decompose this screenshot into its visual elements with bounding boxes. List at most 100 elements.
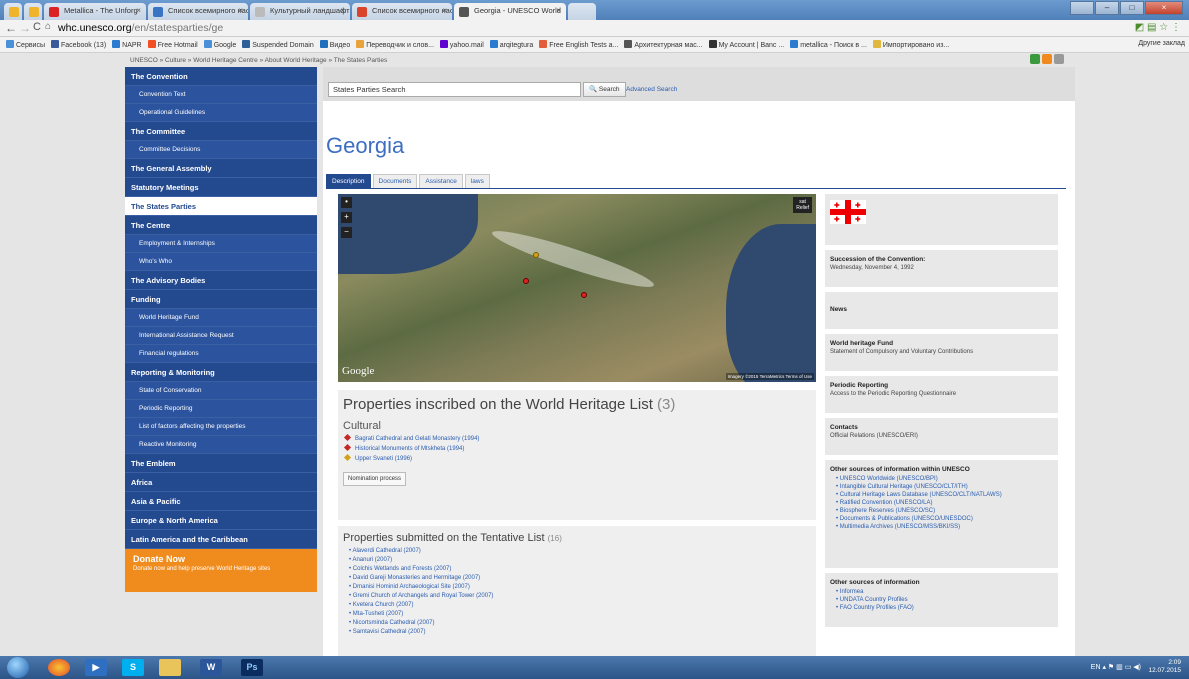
- close-icon[interactable]: ×: [442, 6, 447, 15]
- list-item[interactable]: Dmanisi Hominid Archaeological Site (200…: [349, 584, 811, 590]
- satellite-map[interactable]: • + − sat Relief Google Imagery ©2015 Ter…: [338, 194, 816, 382]
- list-item[interactable]: Biosphere Reserves (UNESCO/SC): [836, 508, 1053, 514]
- property-item[interactable]: Historical Monuments of Mtskheta (1994): [343, 443, 811, 452]
- skype-icon[interactable]: S: [122, 659, 144, 676]
- sidebar-item[interactable]: The Advisory Bodies: [125, 271, 317, 290]
- sidebar-item[interactable]: International Assistance Request: [125, 327, 317, 345]
- sidebar-item[interactable]: Convention Text: [125, 86, 317, 104]
- sidebar-item[interactable]: Asia & Pacific: [125, 492, 317, 511]
- donate-box[interactable]: Donate Now Donate now and help preserve …: [125, 549, 317, 592]
- back-arrow-icon[interactable]: ←: [5, 21, 17, 35]
- map-type-toggle[interactable]: sat Relief: [793, 197, 812, 213]
- sidebar-item[interactable]: Europe & North America: [125, 511, 317, 530]
- tab-description[interactable]: Description: [326, 174, 371, 189]
- browser-tab[interactable]: Metallica - The Unforg ×: [44, 3, 146, 20]
- sidebar-item[interactable]: The Centre: [125, 216, 317, 235]
- bookmark-item[interactable]: Видео: [319, 40, 350, 49]
- browser-tab[interactable]: Список всемирного нас ×: [352, 3, 452, 20]
- sidebar-item[interactable]: Operational Guidelines: [125, 104, 317, 122]
- bookmark-item[interactable]: My Account | Banc ...: [708, 40, 784, 49]
- bookmark-item[interactable]: Архитектурная мас...: [624, 40, 703, 49]
- list-item[interactable]: Cultural Heritage Laws Database (UNESCO/…: [836, 492, 1053, 498]
- sidebar-item[interactable]: Who's Who: [125, 253, 317, 271]
- sidebar-item[interactable]: Periodic Reporting: [125, 400, 317, 418]
- sidebar-item[interactable]: Reporting & Monitoring: [125, 363, 317, 382]
- fund-link[interactable]: Statement of Compulsory and Voluntary Co…: [830, 349, 1053, 355]
- bookmark-item[interactable]: Free Hotmail: [147, 40, 198, 49]
- list-item[interactable]: Documents & Publications (UNESCO/UNESDOC…: [836, 516, 1053, 522]
- sidebar-item[interactable]: Reactive Monitoring: [125, 436, 317, 454]
- list-item[interactable]: Ananuri (2007): [349, 557, 811, 563]
- sidebar-item[interactable]: Funding: [125, 290, 317, 309]
- list-item[interactable]: Nicortsminda Cathedral (2007): [349, 620, 811, 626]
- search-input[interactable]: [328, 82, 581, 97]
- list-item[interactable]: Ratified Convention (UNESCO/LA): [836, 500, 1053, 506]
- list-item[interactable]: Samtavisi Cathedral (2007): [349, 629, 811, 635]
- sidebar-item[interactable]: The Committee: [125, 122, 317, 141]
- news-heading[interactable]: News: [830, 306, 1053, 313]
- list-item[interactable]: Gremi Church of Archangels and Royal Tow…: [349, 593, 811, 599]
- pinned-tab[interactable]: [4, 3, 22, 20]
- sidebar-item[interactable]: Statutory Meetings: [125, 178, 317, 197]
- sidebar-item[interactable]: Committee Decisions: [125, 141, 317, 159]
- explorer-icon[interactable]: [159, 659, 181, 676]
- list-item[interactable]: Kvetera Church (2007): [349, 602, 811, 608]
- browser-tab-active[interactable]: Georgia - UNESCO World ×: [454, 3, 566, 20]
- word-icon[interactable]: W: [200, 659, 222, 676]
- zoom-out-button[interactable]: −: [341, 227, 352, 238]
- bookmark-item[interactable]: Facebook (13): [51, 40, 106, 49]
- bookmark-item[interactable]: Импортировано из...: [872, 40, 949, 49]
- close-icon[interactable]: ×: [238, 6, 243, 15]
- list-item[interactable]: UNDATA Country Profiles: [836, 597, 1053, 603]
- sidebar-item[interactable]: State of Conservation: [125, 382, 317, 400]
- periodic-link[interactable]: Access to the Periodic Reporting Questio…: [830, 391, 1053, 397]
- sidebar-item[interactable]: World Heritage Fund: [125, 309, 317, 327]
- list-item[interactable]: FAO Country Profiles (FAO): [836, 605, 1053, 611]
- property-item[interactable]: Bagrati Cathedral and Gelati Monastery (…: [343, 433, 811, 442]
- url-field[interactable]: whc.unesco.org/en/statesparties/ge: [58, 22, 223, 34]
- list-item[interactable]: David Gareji Monasteries and Hermitage (…: [349, 575, 811, 581]
- sidebar-item[interactable]: List of factors affecting the properties: [125, 418, 317, 436]
- list-item[interactable]: UNESCO Worldwide (UNESCO/BPI): [836, 476, 1053, 482]
- close-icon[interactable]: ×: [340, 6, 345, 15]
- list-item[interactable]: Multimedia Archives (UNESCO/MSS/BKI/SS): [836, 524, 1053, 530]
- print-icon[interactable]: [1054, 54, 1064, 64]
- search-button[interactable]: 🔍 Search: [583, 82, 626, 97]
- sidebar-item[interactable]: The Emblem: [125, 454, 317, 473]
- tab-documents[interactable]: Documents: [372, 174, 418, 189]
- tab-assistance[interactable]: Assistance: [419, 174, 463, 189]
- user-button[interactable]: [1070, 1, 1094, 15]
- sidebar-item[interactable]: Africa: [125, 473, 317, 492]
- other-bookmarks[interactable]: Другие заклад: [1138, 40, 1185, 47]
- list-item[interactable]: Intangible Cultural Heritage (UNESCO/CLT…: [836, 484, 1053, 490]
- minimize-button[interactable]: –: [1095, 1, 1119, 15]
- bookmark-item[interactable]: Google: [203, 40, 236, 49]
- clock[interactable]: 2:09 12.07.2015: [1148, 659, 1181, 675]
- forward-arrow-icon[interactable]: →: [19, 21, 31, 35]
- close-icon[interactable]: ×: [556, 6, 561, 15]
- photoshop-icon[interactable]: Ps: [241, 659, 263, 676]
- map-marker-bagrati[interactable]: [523, 278, 529, 284]
- list-item[interactable]: Alaverdi Cathedral (2007): [349, 548, 811, 554]
- list-item[interactable]: Informea: [836, 589, 1053, 595]
- bookmark-item[interactable]: Переводчик и слов...: [356, 40, 434, 49]
- advanced-search-link[interactable]: Advanced Search: [626, 86, 677, 93]
- nomination-process-button[interactable]: Nomination process: [343, 472, 407, 486]
- pinned-tab[interactable]: [24, 3, 42, 20]
- chrome-icon[interactable]: [48, 659, 70, 676]
- maximize-button[interactable]: □: [1120, 1, 1144, 15]
- news-box[interactable]: News: [825, 292, 1058, 329]
- close-icon[interactable]: ×: [136, 6, 141, 15]
- browser-tab[interactable]: Список всемирного нас ×: [148, 3, 248, 20]
- bookmark-item[interactable]: metallica - Поиск в ...: [790, 40, 867, 49]
- language-indicator[interactable]: EN: [1091, 664, 1101, 671]
- contacts-link[interactable]: Official Relations (UNESCO/ERI): [830, 433, 1053, 439]
- close-window-button[interactable]: ×: [1145, 1, 1183, 15]
- sidebar-item[interactable]: The Convention: [125, 67, 317, 86]
- media-player-icon[interactable]: ▶: [85, 659, 107, 676]
- bookmark-item[interactable]: arqitegtura: [489, 40, 533, 49]
- bookmark-item[interactable]: NAPR: [112, 40, 142, 49]
- start-button[interactable]: [7, 657, 29, 678]
- reload-icon[interactable]: C: [33, 21, 41, 33]
- sidebar-item[interactable]: Latin America and the Caribbean: [125, 530, 317, 549]
